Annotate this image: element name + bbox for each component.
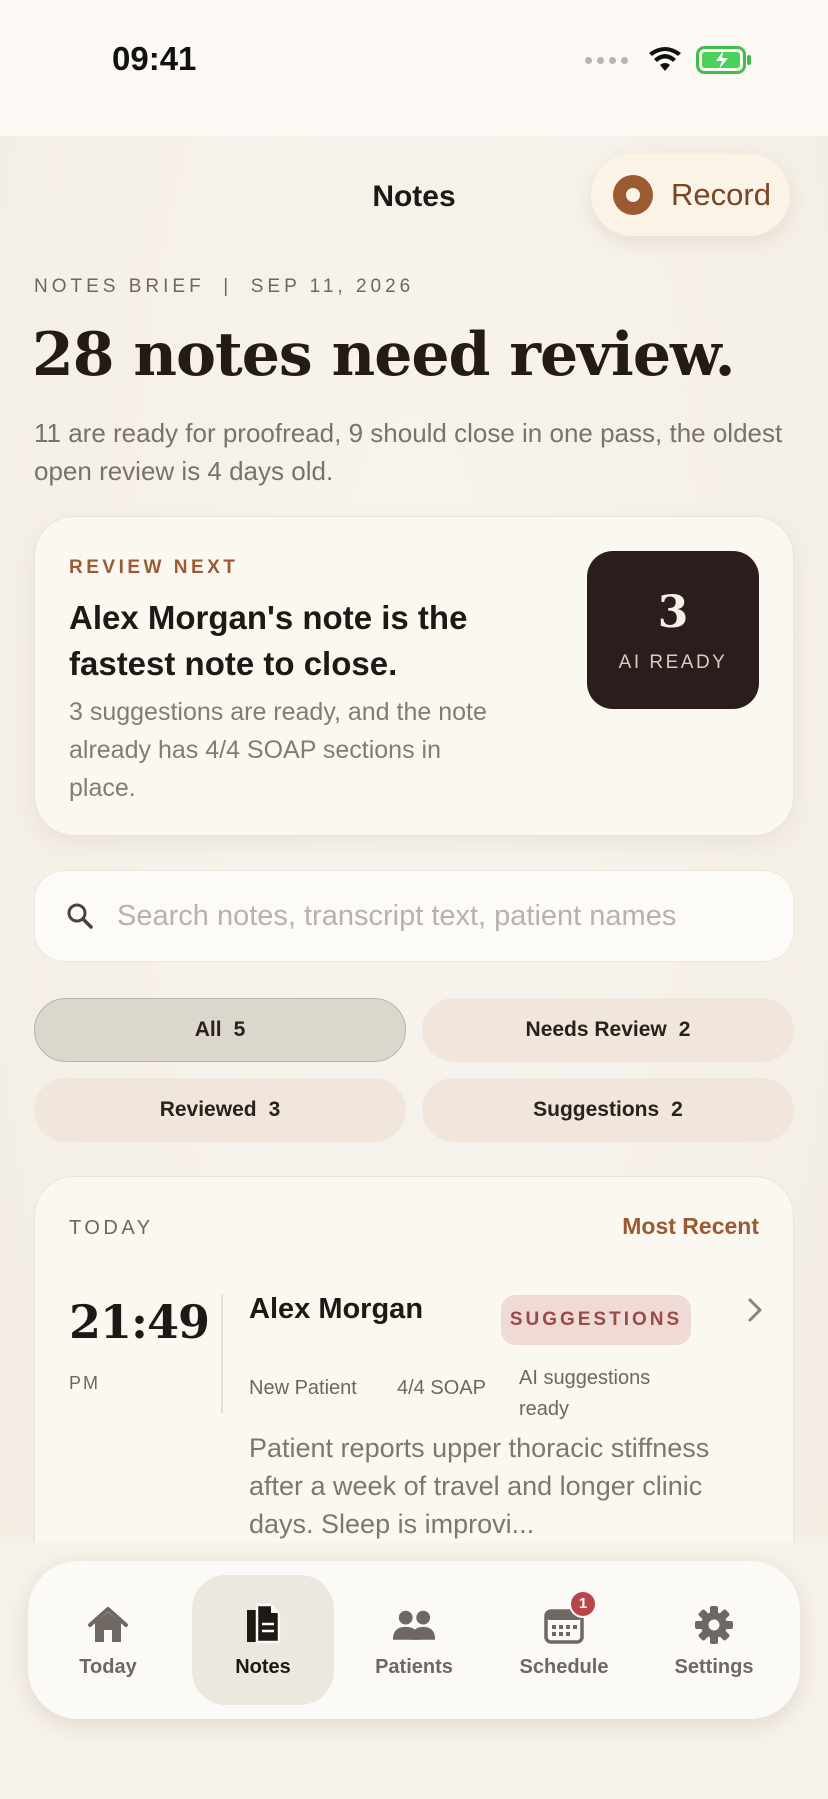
ai-ready-label: AI READY [618,651,728,673]
brief-kicker: NOTES BRIEF | SEP 11, 2026 [34,276,415,297]
search-bar[interactable] [34,870,794,962]
brief-subline: 11 are ready for proofread, 9 should clo… [34,418,783,486]
note-time: 21:49 [69,1295,210,1349]
filter-count: 2 [671,1098,683,1121]
filter-suggestions[interactable]: Suggestions 2 [422,1078,794,1142]
patient-name: Alex Morgan [249,1293,424,1325]
search-input[interactable] [117,899,757,933]
filter-label: Reviewed [159,1098,257,1121]
review-next-body: 3 suggestions are ready, and the note al… [69,698,487,802]
tab-label: Settings [674,1655,754,1678]
status-badge: SUGGESTIONS [501,1295,691,1345]
filter-count: 2 [678,1018,691,1041]
home-icon [85,1602,131,1648]
soap-progress: 4/4 SOAP [397,1377,486,1399]
tab-label: Patients [375,1655,453,1678]
ai-ready-count: 3 [657,586,689,638]
tab-label: Today [79,1655,137,1678]
record-button[interactable]: Record [591,154,790,236]
tab-settings[interactable]: Settings [644,1561,784,1719]
note-excerpt: Patient reports upper thoracic stiffness… [249,1433,710,1539]
status-time: 09:41 [112,40,197,77]
filter-count: 3 [268,1098,281,1121]
ai-ready-tile: 3 AI READY [587,551,759,709]
filter-count: 5 [233,1018,246,1041]
sort-button[interactable]: Most Recent [622,1213,759,1240]
wifi-icon [649,47,681,71]
record-icon [613,175,653,215]
visit-type: New Patient [249,1377,357,1399]
tab-label: Schedule [519,1655,609,1678]
status-icons [585,46,752,74]
tab-schedule[interactable]: 1 Schedule [494,1561,634,1719]
tabbar-area: Today Notes Patients 1 Schedule Settings [0,1543,828,1799]
review-next-kicker: REVIEW NEXT [69,557,239,578]
tab-today[interactable]: Today [38,1561,178,1719]
record-button-label: Record [671,177,771,212]
notes-icon [240,1602,286,1648]
filter-needs-review[interactable]: Needs Review 2 [422,998,794,1062]
filter-label: Suggestions [533,1098,660,1121]
filter-all[interactable]: All 5 [34,998,406,1062]
gear-icon [691,1602,737,1648]
divider [221,1295,223,1413]
brief-headline: 28 notes need review. [32,320,736,390]
note-ampm: PM [69,1373,100,1393]
patients-icon [391,1602,437,1648]
filter-label: All [194,1018,222,1041]
chevron-right-icon [748,1298,762,1322]
tab-bar: Today Notes Patients 1 Schedule Settings [28,1561,800,1719]
ai-status: AI suggestions ready [519,1367,651,1420]
group-label: TODAY [69,1217,154,1239]
filter-label: Needs Review [525,1018,667,1041]
status-bar: 09:41 [0,0,828,136]
signal-icon [585,56,628,64]
search-icon [65,901,95,931]
calendar-icon: 1 [541,1589,597,1648]
tab-patients[interactable]: Patients [344,1561,484,1719]
review-next-card[interactable]: REVIEW NEXT Alex Morgan's note is the fa… [34,516,794,836]
review-next-title: Alex Morgan's note is the fastest note t… [69,599,468,682]
tab-label: Notes [235,1655,291,1678]
filter-reviewed[interactable]: Reviewed 3 [34,1078,406,1142]
tab-notes[interactable]: Notes [193,1561,333,1719]
battery-icon [696,46,751,74]
notification-badge: 1 [569,1589,597,1618]
